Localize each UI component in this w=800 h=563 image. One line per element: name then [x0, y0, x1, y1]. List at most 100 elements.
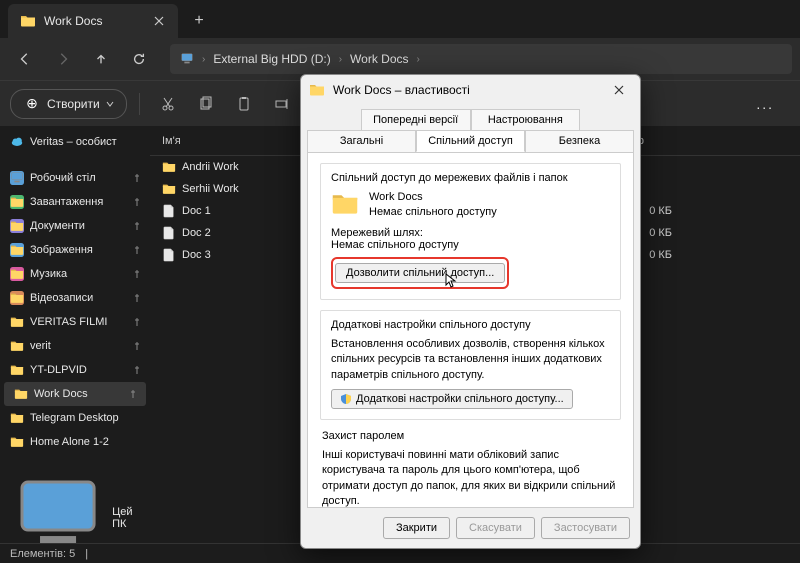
sidebar-item[interactable]: Veritas – особист: [0, 130, 150, 154]
file-icon: [162, 248, 176, 262]
allow-sharing-button[interactable]: Дозволити спільний доступ...: [335, 263, 505, 283]
sidebar-item[interactable]: Робочий стіл: [0, 166, 150, 190]
more-button[interactable]: ...: [756, 96, 790, 112]
copy-button[interactable]: [190, 88, 222, 120]
sidebar-item[interactable]: Зображення: [0, 238, 150, 262]
folder-icon: [10, 435, 24, 449]
advanced-sharing-button[interactable]: Додаткові настройки спільного доступу...: [331, 389, 573, 409]
sidebar-item[interactable]: Work Docs: [4, 382, 146, 406]
forward-button[interactable]: [46, 42, 80, 76]
pin-icon: [132, 197, 142, 207]
close-tab-icon[interactable]: [152, 14, 166, 28]
up-button[interactable]: [84, 42, 118, 76]
sidebar-this-pc[interactable]: Цей ПК: [0, 466, 150, 543]
sidebar-item[interactable]: Home Alone 1-2: [0, 430, 150, 454]
pin-icon: [132, 317, 142, 327]
sidebar-item-label: YT-DLPVID: [30, 364, 87, 376]
dialog-title-bar[interactable]: Work Docs – властивості: [301, 75, 640, 105]
properties-dialog: Work Docs – властивості Попередні версії…: [300, 74, 641, 549]
pin-icon: [132, 365, 142, 375]
cursor-icon: [445, 273, 457, 289]
tab-security[interactable]: Безпека: [525, 130, 634, 152]
folder-icon: [309, 82, 325, 98]
file-icon: [162, 226, 176, 240]
sidebar-item-label: Зображення: [30, 244, 93, 256]
close-button[interactable]: Закрити: [383, 517, 450, 539]
chevron-right-icon: ›: [417, 54, 420, 65]
sidebar: Veritas – особист Робочий стіл Завантаженн…: [0, 126, 150, 543]
title-bar: Work Docs +: [0, 0, 800, 38]
sidebar-item-label: Музика: [30, 268, 67, 280]
tab-sharing[interactable]: Спільний доступ: [416, 130, 525, 152]
sidebar-item[interactable]: Відеозаписи: [0, 286, 150, 310]
music-icon: [10, 267, 24, 281]
breadcrumb-folder[interactable]: Work Docs: [350, 52, 408, 66]
folder-icon: [10, 363, 24, 377]
share-status: Немає спільного доступу: [369, 205, 497, 220]
shield-icon: [340, 393, 352, 405]
refresh-button[interactable]: [122, 42, 156, 76]
chevron-down-icon: [106, 100, 114, 108]
sidebar-item[interactable]: Документи: [0, 214, 150, 238]
netpath-value: Немає спільного доступу: [331, 239, 610, 251]
pc-icon: [10, 470, 106, 543]
pin-icon: [132, 269, 142, 279]
pin-icon: [132, 173, 142, 183]
create-button[interactable]: ⊕ Створити: [10, 89, 127, 119]
dialog-close-button[interactable]: [606, 77, 632, 103]
videos-icon: [10, 291, 24, 305]
folder-icon: [10, 315, 24, 329]
folder-icon: [331, 190, 359, 218]
tab-general[interactable]: Загальні: [307, 130, 416, 152]
folder-icon: [10, 411, 24, 425]
advanced-desc: Встановлення особливих дозволів, створен…: [331, 337, 610, 383]
group-title: Спільний доступ до мережевих файлів і па…: [331, 172, 610, 184]
cut-button[interactable]: [152, 88, 184, 120]
sidebar-item-label: Робочий стіл: [30, 172, 96, 184]
tab-previous-versions[interactable]: Попередні версії: [361, 109, 471, 130]
password-protect-group: Захист паролем Інші користувачі повинні …: [320, 430, 621, 508]
breadcrumb-drive[interactable]: External Big HDD (D:): [213, 52, 330, 66]
folder-icon: [162, 182, 176, 196]
pc-icon: [180, 52, 194, 66]
breadcrumb[interactable]: › External Big HDD (D:) › Work Docs ›: [170, 44, 792, 74]
sidebar-item-label: Veritas – особист: [30, 136, 117, 148]
sidebar-item[interactable]: verit: [0, 334, 150, 358]
sidebar-item[interactable]: YT-DLPVID: [0, 358, 150, 382]
pin-icon: [132, 293, 142, 303]
sidebar-item[interactable]: VERITAS FILMI: [0, 310, 150, 334]
sidebar-item[interactable]: Завантаження: [0, 190, 150, 214]
pin-icon: [132, 341, 142, 351]
group-title: Додаткові настройки спільного доступу: [331, 319, 610, 331]
sidebar-item-label: Завантаження: [30, 196, 103, 208]
netpath-label: Мережевий шлях:: [331, 227, 610, 239]
network-sharing-group: Спільний доступ до мережевих файлів і па…: [320, 163, 621, 300]
rename-button[interactable]: [266, 88, 298, 120]
share-folder-name: Work Docs: [369, 190, 497, 205]
explorer-tab[interactable]: Work Docs: [8, 4, 178, 38]
pin-icon: [128, 389, 138, 399]
sidebar-item-label: verit: [30, 340, 51, 352]
cancel-button[interactable]: Скасувати: [456, 517, 535, 539]
tab-label: Work Docs: [44, 14, 144, 28]
downloads-icon: [10, 195, 24, 209]
sidebar-item-label: Відеозаписи: [30, 292, 93, 304]
new-tab-button[interactable]: +: [184, 6, 214, 36]
pin-icon: [132, 245, 142, 255]
tab-customize[interactable]: Настроювання: [471, 109, 581, 130]
apply-button[interactable]: Застосувати: [541, 517, 630, 539]
sidebar-item-label: Документи: [30, 220, 85, 232]
group-title: Захист паролем: [322, 430, 619, 442]
plus-icon: ⊕: [23, 95, 41, 113]
sidebar-item-label: Telegram Desktop: [30, 412, 119, 424]
sidebar-item[interactable]: Музика: [0, 262, 150, 286]
pin-icon: [132, 221, 142, 231]
sidebar-item[interactable]: Telegram Desktop: [0, 406, 150, 430]
advanced-sharing-group: Додаткові настройки спільного доступу Вс…: [320, 310, 621, 420]
back-button[interactable]: [8, 42, 42, 76]
sidebar-item-label: Home Alone 1-2: [30, 436, 109, 448]
folder-icon: [162, 160, 176, 174]
file-icon: [162, 204, 176, 218]
paste-button[interactable]: [228, 88, 260, 120]
documents-icon: [10, 219, 24, 233]
